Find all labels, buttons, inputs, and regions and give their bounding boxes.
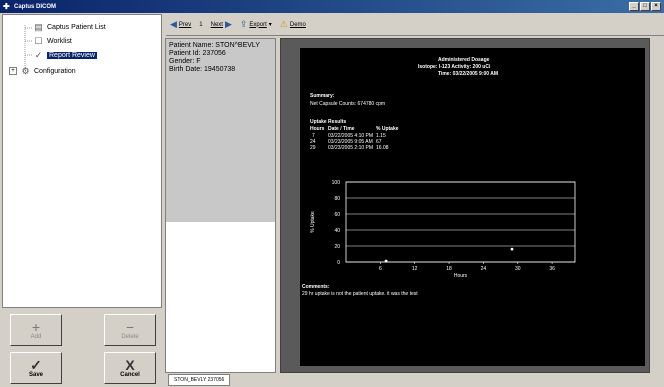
report-review-icon: ✓ bbox=[34, 50, 43, 60]
export-icon: ⇪ bbox=[239, 19, 248, 29]
navigation-tree: ▤ Captus Patient List ☐ Worklist ✓ Repor… bbox=[2, 14, 162, 308]
export-button[interactable]: ⇪ Export ▾ bbox=[240, 19, 272, 30]
uptake-header-date: Date / Time bbox=[328, 126, 355, 132]
y-tick-label: 60 bbox=[334, 212, 340, 218]
tree-item-worklist[interactable]: ☐ Worklist bbox=[33, 36, 72, 46]
x-tick-label: 18 bbox=[446, 266, 452, 272]
y-tick-label: 40 bbox=[334, 228, 340, 234]
next-button[interactable]: Next ▶ bbox=[211, 19, 232, 30]
x-tick-label: 36 bbox=[549, 266, 555, 272]
app-icon: ✚ bbox=[3, 1, 10, 11]
arrow-left-icon: ◀ bbox=[170, 19, 177, 29]
patient-birth-date: Birth Date: 19450738 bbox=[169, 66, 236, 73]
time-line: Time: 03/22/2005 9:00 AM bbox=[438, 71, 499, 77]
tree-item-label: Worklist bbox=[47, 37, 72, 45]
patient-list-icon: ▤ bbox=[34, 22, 43, 32]
cancel-button[interactable]: X Cancel bbox=[104, 352, 156, 384]
y-tick-label: 20 bbox=[334, 244, 340, 250]
data-point bbox=[384, 259, 388, 263]
summary-text: Net Capsule Counts: 674780 cpm bbox=[310, 101, 386, 107]
x-axis-label: Hours bbox=[454, 273, 468, 279]
minimize-button[interactable]: _ bbox=[629, 2, 639, 11]
page-indicator: 1 bbox=[199, 21, 203, 28]
x-tick-label: 24 bbox=[481, 266, 487, 272]
y-tick-label: 100 bbox=[332, 180, 341, 186]
uptake-header-uptake: % Uptake bbox=[376, 126, 399, 132]
patient-gender: Gender: F bbox=[169, 58, 201, 65]
report-page: Administered Dosage Isotope: I-123 Activ… bbox=[300, 48, 645, 366]
comments-title: Comments: bbox=[302, 284, 330, 290]
maximize-button[interactable]: □ bbox=[640, 2, 650, 11]
tree-item-configuration[interactable]: + ⚙ Configuration bbox=[9, 66, 76, 76]
dropdown-arrow-icon: ▾ bbox=[268, 22, 272, 28]
report-toolbar: ◀ Prev 1 Next ▶ ⇪ Export ▾ ⚠ Demo bbox=[166, 14, 664, 36]
patient-info-panel: Patient Name: STON^BEVLY Patient Id: 237… bbox=[165, 38, 276, 373]
delete-button[interactable]: − Delete bbox=[104, 314, 156, 346]
status-bar: STON_BEVLY 237056 bbox=[165, 373, 664, 387]
close-button[interactable]: × bbox=[651, 2, 661, 11]
patient-name: Patient Name: STON^BEVLY bbox=[169, 42, 260, 49]
window-controls: _ □ × bbox=[629, 2, 661, 11]
uptake-cell: 16.08 bbox=[376, 145, 389, 151]
comments-text: 29 hr uptake is not the patient uptake. … bbox=[302, 291, 418, 297]
checkmark-icon: ✓ bbox=[30, 357, 42, 373]
worklist-icon: ☐ bbox=[34, 36, 43, 46]
x-icon: X bbox=[125, 357, 135, 373]
tree-item-label: Configuration bbox=[34, 67, 76, 75]
isotope-line: Isotope: I-123 Activity: 200 uCi bbox=[418, 64, 491, 70]
y-axis-label: % Uptake bbox=[310, 211, 316, 233]
title-bar: ✚ Captus DICOM _ □ × bbox=[0, 0, 664, 13]
summary-title: Summary: bbox=[310, 93, 335, 99]
expand-toggle[interactable]: + bbox=[9, 67, 17, 75]
data-point bbox=[510, 247, 514, 251]
gear-icon: ⚙ bbox=[21, 66, 30, 76]
x-tick-label: 6 bbox=[379, 266, 382, 272]
window-title: Captus DICOM bbox=[14, 3, 56, 10]
uptake-cell: 29 bbox=[310, 145, 316, 151]
action-panel: + Add − Delete ✓ Save X Cancel bbox=[2, 308, 162, 387]
plot-area-frame bbox=[345, 181, 576, 263]
tree-item-label: Captus Patient List bbox=[47, 23, 106, 31]
x-tick-label: 12 bbox=[412, 266, 418, 272]
demo-button[interactable]: ⚠ Demo bbox=[280, 19, 306, 30]
arrow-right-icon: ▶ bbox=[224, 19, 232, 29]
uptake-header-hours: Hours bbox=[310, 126, 325, 132]
x-tick-label: 30 bbox=[515, 266, 521, 272]
y-tick-label: 0 bbox=[337, 260, 340, 266]
minus-icon: − bbox=[125, 319, 135, 335]
save-button[interactable]: ✓ Save bbox=[10, 352, 62, 384]
plus-icon: + bbox=[31, 319, 41, 335]
uptake-title: Uptake Results bbox=[310, 119, 347, 125]
patient-tab[interactable]: STON_BEVLY 237056 bbox=[168, 374, 231, 386]
tree-item-label: Report Review bbox=[47, 51, 97, 59]
y-tick-label: 80 bbox=[334, 196, 340, 202]
uptake-cell: 03/23/2005 2:10 PM bbox=[328, 145, 374, 151]
tree-item-patient-list[interactable]: ▤ Captus Patient List bbox=[33, 22, 106, 32]
warning-icon: ⚠ bbox=[279, 19, 288, 29]
uptake-chart: 100 80 60 40 20 0 6 12 18 24 30 36 % Uptake Hours bbox=[310, 180, 576, 279]
add-button[interactable]: + Add bbox=[10, 314, 62, 346]
prev-button[interactable]: ◀ Prev bbox=[170, 19, 191, 30]
patient-id: Patient Id: 237056 bbox=[169, 50, 226, 57]
patient-info-header: Patient Name: STON^BEVLY Patient Id: 237… bbox=[166, 39, 275, 222]
report-heading: Administered Dosage bbox=[438, 57, 490, 63]
tree-item-report-review[interactable]: ✓ Report Review bbox=[33, 50, 97, 60]
